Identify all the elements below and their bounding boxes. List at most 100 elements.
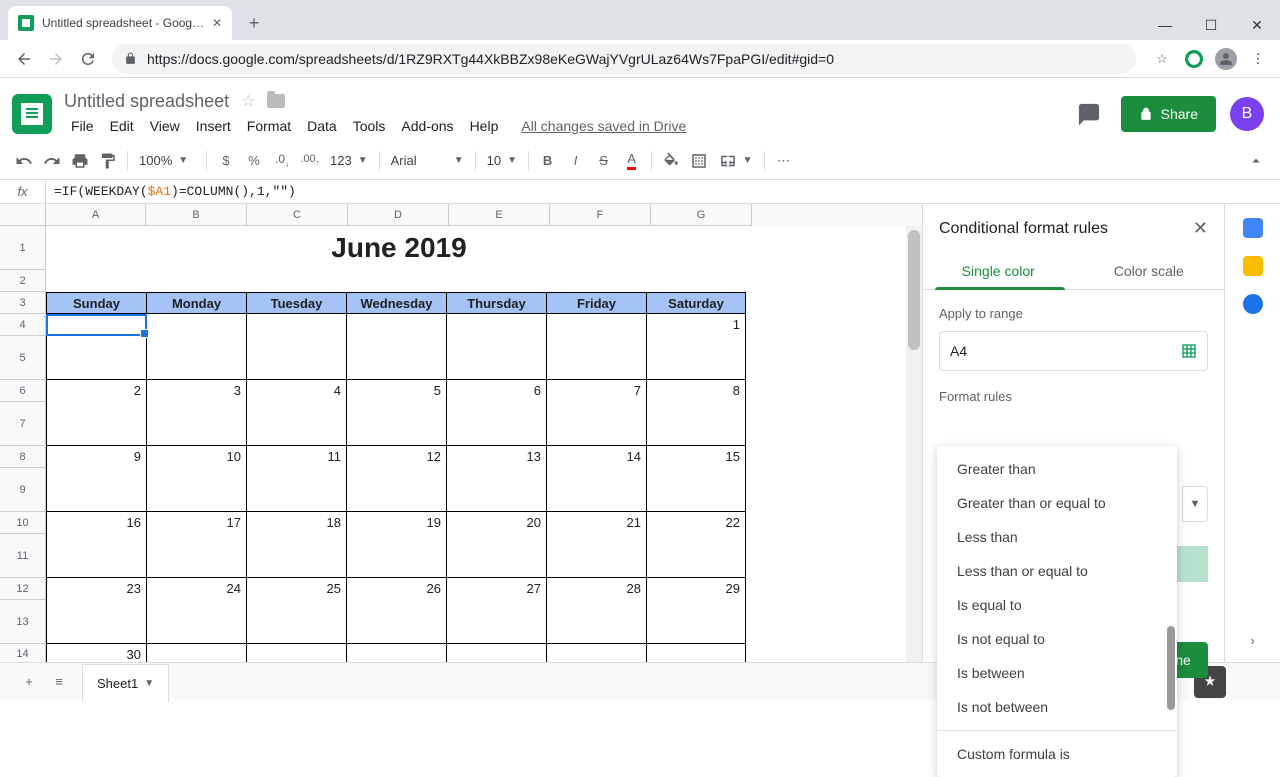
dropdown-option[interactable]: Custom formula is: [937, 737, 1177, 771]
calendar-cell[interactable]: 25: [246, 578, 346, 644]
col-header-e[interactable]: E: [449, 204, 550, 226]
rule-select-caret[interactable]: ▼: [1182, 486, 1208, 522]
tab-color-scale[interactable]: Color scale: [1074, 253, 1225, 289]
menu-format[interactable]: Format: [240, 114, 298, 138]
calendar-cell[interactable]: 26: [346, 578, 446, 644]
row-header[interactable]: 9: [0, 468, 46, 512]
move-folder-icon[interactable]: [267, 94, 285, 108]
font-size-dropdown[interactable]: 10▼: [481, 148, 523, 174]
dropdown-option[interactable]: Less than: [937, 520, 1177, 554]
dropdown-option[interactable]: Greater than: [937, 452, 1177, 486]
calendar-cell[interactable]: 13: [446, 446, 546, 512]
dropdown-option[interactable]: Less than or equal to: [937, 554, 1177, 588]
sheet-tab[interactable]: Sheet1▼: [82, 664, 169, 702]
calendar-cell[interactable]: [446, 644, 546, 662]
menu-addons[interactable]: Add-ons: [394, 114, 460, 138]
calendar-cell[interactable]: 23: [46, 578, 146, 644]
zoom-dropdown[interactable]: 100%▼: [133, 148, 201, 174]
calendar-addon-icon[interactable]: [1243, 218, 1263, 238]
new-tab-button[interactable]: +: [240, 9, 268, 37]
row-header[interactable]: 3: [0, 292, 46, 314]
range-input[interactable]: A4: [939, 331, 1208, 371]
calendar-cell[interactable]: 28: [546, 578, 646, 644]
calendar-cell[interactable]: [546, 644, 646, 662]
user-avatar[interactable]: B: [1230, 97, 1264, 131]
calendar-cell[interactable]: [446, 314, 546, 380]
dropdown-option[interactable]: Is not between: [937, 690, 1177, 724]
italic-button[interactable]: I: [562, 147, 590, 175]
menu-file[interactable]: File: [64, 114, 101, 138]
calendar-cell[interactable]: 24: [146, 578, 246, 644]
increase-decimal-button[interactable]: .00↑: [296, 147, 324, 175]
collapse-toolbar-button[interactable]: [1242, 147, 1270, 175]
profile-icon[interactable]: [1212, 45, 1240, 73]
calendar-cell[interactable]: 1: [646, 314, 746, 380]
calendar-cell[interactable]: 14: [546, 446, 646, 512]
all-sheets-button[interactable]: ≡: [44, 667, 74, 697]
day-header[interactable]: Friday: [546, 292, 646, 314]
currency-button[interactable]: $: [212, 147, 240, 175]
calendar-cell[interactable]: 2: [46, 380, 146, 446]
redo-button[interactable]: [38, 147, 66, 175]
row-header[interactable]: 8: [0, 446, 46, 468]
more-button[interactable]: ⋯: [770, 147, 798, 175]
select-range-icon[interactable]: [1181, 343, 1197, 359]
calendar-cell[interactable]: 21: [546, 512, 646, 578]
fx-label[interactable]: fx: [0, 180, 46, 203]
row-header[interactable]: 6: [0, 380, 46, 402]
bold-button[interactable]: B: [534, 147, 562, 175]
calendar-cell[interactable]: 5: [346, 380, 446, 446]
calendar-cell[interactable]: [146, 314, 246, 380]
day-header[interactable]: Wednesday: [346, 292, 446, 314]
tab-single-color[interactable]: Single color: [923, 253, 1074, 289]
row-header[interactable]: 11: [0, 534, 46, 578]
calendar-cell[interactable]: [346, 644, 446, 662]
dropdown-scrollbar[interactable]: [1167, 626, 1175, 710]
spreadsheet-grid[interactable]: A B C D E F G 1 2 3 4 5 6 7 8 9 10 11 12…: [0, 204, 922, 662]
dropdown-option[interactable]: Is not equal to: [937, 622, 1177, 656]
menu-tools[interactable]: Tools: [346, 114, 393, 138]
calendar-cell[interactable]: 12: [346, 446, 446, 512]
comments-button[interactable]: [1071, 96, 1107, 132]
col-header-f[interactable]: F: [550, 204, 651, 226]
back-button[interactable]: [8, 43, 40, 75]
calendar-cell[interactable]: 29: [646, 578, 746, 644]
calendar-cell[interactable]: [646, 644, 746, 662]
dropdown-option[interactable]: Is between: [937, 656, 1177, 690]
keep-addon-icon[interactable]: [1243, 256, 1263, 276]
calendar-cell[interactable]: [46, 314, 146, 380]
day-header[interactable]: Monday: [146, 292, 246, 314]
calendar-cell[interactable]: 19: [346, 512, 446, 578]
sheets-logo[interactable]: [12, 94, 52, 134]
calendar-cell[interactable]: 16: [46, 512, 146, 578]
strikethrough-button[interactable]: S: [590, 147, 618, 175]
menu-data[interactable]: Data: [300, 114, 344, 138]
col-header-a[interactable]: A: [46, 204, 146, 226]
browser-tab[interactable]: Untitled spreadsheet - Google S ✕: [8, 6, 232, 40]
formula-input[interactable]: =IF(WEEKDAY($A1)=COLUMN(),1,""): [46, 184, 296, 199]
font-dropdown[interactable]: Arial▼: [385, 148, 470, 174]
calendar-cell[interactable]: 27: [446, 578, 546, 644]
undo-button[interactable]: [10, 147, 38, 175]
calendar-title[interactable]: June 2019: [46, 226, 752, 270]
col-header-g[interactable]: G: [651, 204, 752, 226]
menu-edit[interactable]: Edit: [103, 114, 141, 138]
col-header-c[interactable]: C: [247, 204, 348, 226]
maximize-button[interactable]: ☐: [1188, 10, 1234, 40]
row-header[interactable]: 5: [0, 336, 46, 380]
browser-menu-icon[interactable]: ⋮: [1244, 45, 1272, 73]
calendar-cell[interactable]: [246, 644, 346, 662]
row-header[interactable]: 7: [0, 402, 46, 446]
row-header[interactable]: 4: [0, 314, 46, 336]
menu-help[interactable]: Help: [463, 114, 506, 138]
calendar-cell[interactable]: 8: [646, 380, 746, 446]
reload-button[interactable]: [72, 43, 104, 75]
calendar-cell[interactable]: 22: [646, 512, 746, 578]
tasks-addon-icon[interactable]: [1243, 294, 1263, 314]
vertical-scrollbar[interactable]: [906, 226, 922, 662]
star-icon[interactable]: ☆: [241, 91, 255, 111]
row-header[interactable]: 14: [0, 644, 46, 662]
calendar-cell[interactable]: 17: [146, 512, 246, 578]
calendar-cell[interactable]: 15: [646, 446, 746, 512]
bookmark-star-icon[interactable]: ☆: [1148, 45, 1176, 73]
